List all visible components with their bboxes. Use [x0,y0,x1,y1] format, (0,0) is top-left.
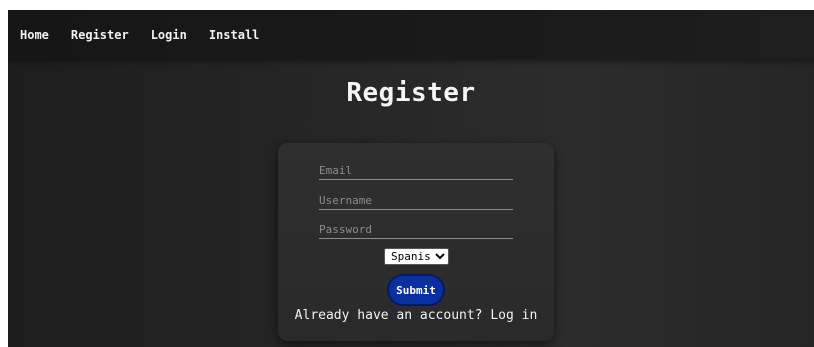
password-field[interactable] [319,220,513,239]
login-hint: Already have an account? Log in [278,308,554,323]
top-navbar: Home Register Login Install [8,10,814,59]
nav-home-link[interactable]: Home [20,28,49,42]
nav-register-link[interactable]: Register [71,28,129,42]
page-title: Register [346,78,476,108]
login-link[interactable]: Log in [490,308,537,323]
language-select[interactable]: Spanish [384,248,449,265]
app-window: Home Register Login Install Register Spa… [8,10,814,347]
email-field[interactable] [319,161,513,180]
submit-button[interactable]: Submit [387,274,445,306]
login-prompt-text: Already have an account? [294,308,483,323]
nav-login-link[interactable]: Login [151,28,187,42]
username-field[interactable] [319,191,513,210]
nav-install-link[interactable]: Install [209,28,260,42]
register-form-card: Spanish Submit Already have an account? … [278,143,554,341]
